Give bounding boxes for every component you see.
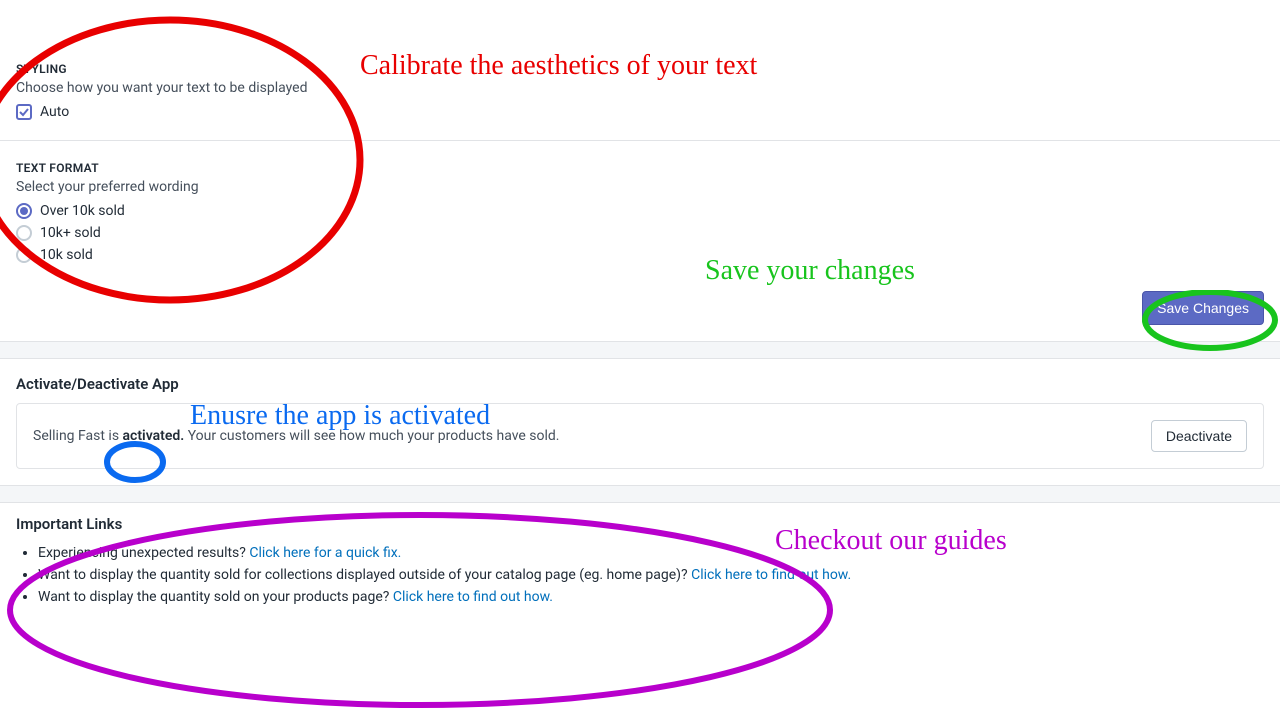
styling-sub: Choose how you want your text to be disp…: [16, 80, 1264, 96]
divider: [0, 140, 1280, 141]
checkbox-auto[interactable]: [16, 104, 32, 120]
auto-label: Auto: [40, 104, 69, 120]
link-text: Want to display the quantity sold on you…: [38, 589, 393, 605]
collections-how-link[interactable]: Click here to find out how.: [691, 567, 851, 583]
activate-card: Selling Fast is activated. Your customer…: [16, 403, 1264, 469]
grey-band: [0, 341, 1280, 359]
important-links-section: Important Links Experiencing unexpected …: [0, 503, 1280, 651]
list-item: Want to display the quantity sold on you…: [38, 589, 1264, 605]
grey-band: [0, 485, 1280, 503]
styling-auto-row[interactable]: Auto: [16, 104, 1264, 120]
save-changes-button[interactable]: Save Changes: [1142, 291, 1264, 325]
links-list: Experiencing unexpected results? Click h…: [16, 545, 1264, 605]
status-suffix: Your customers will see how much your pr…: [184, 428, 559, 444]
save-row: Save Changes: [0, 275, 1280, 341]
radio-over10k[interactable]: [16, 203, 32, 219]
link-text: Experiencing unexpected results?: [38, 545, 249, 561]
status-word: activated.: [123, 428, 185, 444]
radio-option-1[interactable]: 10k+ sold: [16, 225, 1264, 241]
list-item: Experiencing unexpected results? Click h…: [38, 545, 1264, 561]
status-prefix: Selling Fast is: [33, 428, 123, 444]
check-icon: [18, 106, 30, 118]
deactivate-button[interactable]: Deactivate: [1151, 420, 1247, 452]
textformat-sub: Select your preferred wording: [16, 179, 1264, 195]
textformat-section: TEXT FORMAT Select your preferred wordin…: [0, 149, 1280, 275]
textformat-heading: TEXT FORMAT: [16, 161, 1264, 175]
styling-section: STYLING Choose how you want your text to…: [0, 50, 1280, 132]
products-how-link[interactable]: Click here to find out how.: [393, 589, 553, 605]
radio-10ksold[interactable]: [16, 247, 32, 263]
radio-label: 10k+ sold: [40, 225, 101, 241]
styling-heading: STYLING: [16, 62, 1264, 76]
links-heading: Important Links: [16, 515, 1264, 533]
radio-option-0[interactable]: Over 10k sold: [16, 203, 1264, 219]
link-text: Want to display the quantity sold for co…: [38, 567, 691, 583]
radio-option-2[interactable]: 10k sold: [16, 247, 1264, 263]
list-item: Want to display the quantity sold for co…: [38, 567, 1264, 583]
radio-label: 10k sold: [40, 247, 93, 263]
radio-10kplus[interactable]: [16, 225, 32, 241]
quick-fix-link[interactable]: Click here for a quick fix.: [249, 545, 401, 561]
radio-label: Over 10k sold: [40, 203, 125, 219]
activate-heading: Activate/Deactivate App: [0, 359, 1280, 403]
activate-status-text: Selling Fast is activated. Your customer…: [33, 428, 560, 444]
